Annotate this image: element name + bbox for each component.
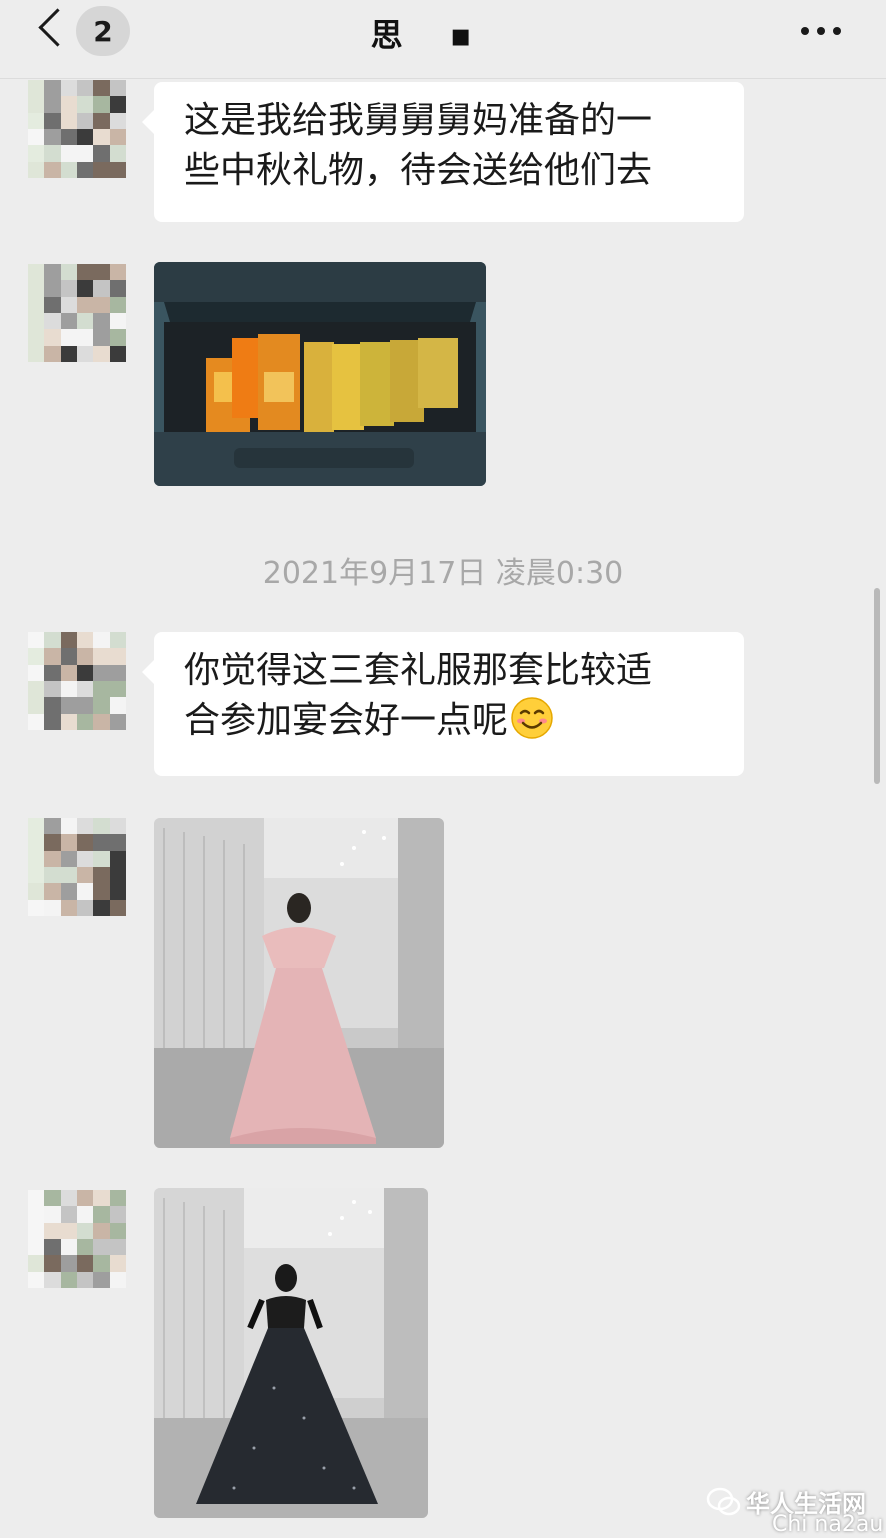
- message-text: 这是我给我舅舅舅妈准备的一: [184, 100, 653, 141]
- scrollbar[interactable]: [874, 588, 880, 784]
- smile-emoji-icon: [511, 697, 553, 739]
- message-text: 合参加宴会好一点呢: [184, 700, 509, 741]
- watermark-site: Chi na2au: [772, 1512, 884, 1537]
- message-timestamp: 2021年9月17日 凌晨0:30: [262, 556, 624, 591]
- avatar[interactable]: [28, 818, 126, 916]
- chat-title: 思 ▪: [370, 16, 490, 54]
- wechat-icon: [706, 1487, 741, 1516]
- gift-photo[interactable]: [154, 262, 486, 486]
- unread-count-badge: 2: [76, 6, 130, 56]
- avatar[interactable]: [28, 80, 126, 178]
- message-text: 你觉得这三套礼服那套比较适: [184, 650, 653, 691]
- avatar[interactable]: [28, 264, 126, 362]
- more-dots-icon: [801, 27, 809, 35]
- watermark: 华人生活网 Chi na2au: [700, 1480, 884, 1538]
- pink-dress-photo[interactable]: [154, 818, 444, 1148]
- black-dress-photo[interactable]: [154, 1188, 428, 1518]
- message-bubble[interactable]: 这是我给我舅舅舅妈准备的一 些中秋礼物，待会送给他们去: [142, 82, 744, 222]
- chat-header: 2 思 ▪: [0, 0, 886, 79]
- chat-screen: 2 思 ▪ 这是我给我舅舅舅妈准备的一 些中秋礼物，待会送给他们去 2021年9…: [0, 0, 886, 1538]
- more-button[interactable]: [796, 24, 846, 38]
- chevron-left-icon: [38, 8, 77, 47]
- back-button[interactable]: 2: [30, 6, 140, 56]
- avatar[interactable]: [28, 1190, 126, 1288]
- avatar[interactable]: [28, 632, 126, 730]
- message-text: 些中秋礼物，待会送给他们去: [184, 150, 653, 191]
- message-bubble[interactable]: 你觉得这三套礼服那套比较适 合参加宴会好一点呢: [142, 632, 744, 776]
